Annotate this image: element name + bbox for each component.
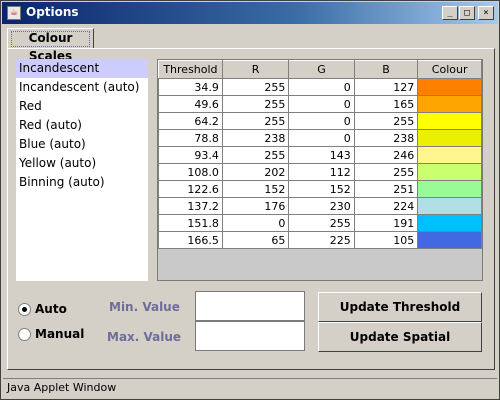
cell-r[interactable]: 255 [221, 112, 290, 130]
colour-swatch[interactable] [417, 197, 482, 215]
max-value-input[interactable] [195, 321, 305, 351]
colour-scale-list[interactable]: Incandescent Incandescent (auto) Red Red… [16, 59, 148, 281]
cell-threshold[interactable]: 93.4 [158, 146, 223, 164]
cell-threshold[interactable]: 108.0 [158, 163, 223, 181]
table-row[interactable]: 137.2 176 230 224 [158, 197, 482, 215]
list-item-blue-auto[interactable]: Blue (auto) [16, 135, 148, 154]
status-bar: Java Applet Window [3, 378, 497, 397]
close-button[interactable]: × [478, 6, 494, 20]
minimize-button[interactable]: _ [442, 6, 458, 20]
list-item-red-auto[interactable]: Red (auto) [16, 116, 148, 135]
cell-b[interactable]: 165 [353, 95, 419, 113]
column-header-b[interactable]: B [353, 60, 419, 79]
colour-swatch[interactable] [417, 180, 482, 198]
cell-threshold[interactable]: 64.2 [158, 112, 223, 130]
table-row[interactable]: 49.6 255 0 165 [158, 95, 482, 113]
table-row[interactable]: 78.8 238 0 238 [158, 129, 482, 147]
colour-swatch[interactable] [417, 214, 482, 232]
auto-label: Auto [35, 302, 67, 316]
column-header-r[interactable]: R [221, 60, 290, 79]
list-item-incandescent[interactable]: Incandescent [16, 59, 148, 78]
cell-g[interactable]: 0 [288, 129, 355, 147]
threshold-grid: Threshold R G B Colour 34.9 255 0 127 49.6 25… [158, 60, 482, 249]
cell-r[interactable]: 152 [221, 180, 290, 198]
list-item-binning-auto[interactable]: Binning (auto) [16, 173, 148, 192]
cell-r[interactable]: 255 [221, 78, 290, 96]
options-window: ☕ Options _ □ × Colour Scales Incandesce… [0, 0, 500, 400]
table-row[interactable]: 34.9 255 0 127 [158, 78, 482, 96]
cell-b[interactable]: 127 [353, 78, 419, 96]
manual-label: Manual [35, 327, 85, 341]
title-bar: ☕ Options _ □ × [2, 2, 498, 24]
cell-g[interactable]: 152 [288, 180, 355, 198]
cell-b[interactable]: 255 [353, 163, 419, 181]
column-header-g[interactable]: G [288, 60, 355, 79]
cell-b[interactable]: 105 [353, 231, 419, 249]
column-header-threshold[interactable]: Threshold [158, 60, 223, 79]
table-row[interactable]: 122.6 152 152 251 [158, 180, 482, 198]
cell-g[interactable]: 255 [288, 214, 355, 232]
min-value-label: Min. Value [109, 300, 180, 314]
cell-threshold[interactable]: 137.2 [158, 197, 223, 215]
cell-g[interactable]: 225 [288, 231, 355, 249]
cell-threshold[interactable]: 49.6 [158, 95, 223, 113]
update-spatial-button[interactable]: Update Spatial [318, 322, 482, 352]
maximize-button[interactable]: □ [459, 6, 475, 20]
cell-g[interactable]: 143 [288, 146, 355, 164]
update-threshold-button[interactable]: Update Threshold [318, 292, 482, 322]
auto-radio[interactable] [18, 303, 31, 316]
list-item-yellow-auto[interactable]: Yellow (auto) [16, 154, 148, 173]
radio-selected-dot [22, 307, 27, 312]
cell-threshold[interactable]: 78.8 [158, 129, 223, 147]
cell-g[interactable]: 112 [288, 163, 355, 181]
cell-b[interactable]: 246 [353, 146, 419, 164]
tab-colour-scales[interactable]: Colour Scales [7, 28, 94, 63]
colour-swatch[interactable] [417, 146, 482, 164]
colour-swatch[interactable] [417, 163, 482, 181]
cell-b[interactable]: 251 [353, 180, 419, 198]
cell-g[interactable]: 230 [288, 197, 355, 215]
cell-g[interactable]: 0 [288, 95, 355, 113]
cell-r[interactable]: 65 [221, 231, 290, 249]
cell-r[interactable]: 0 [221, 214, 290, 232]
min-value-input[interactable] [195, 291, 305, 321]
threshold-table: Threshold R G B Colour 34.9 255 0 127 49.6 25… [157, 59, 483, 281]
table-row[interactable]: 64.2 255 0 255 [158, 112, 482, 130]
cell-g[interactable]: 0 [288, 112, 355, 130]
max-value-label: Max. Value [107, 330, 182, 344]
list-item-red[interactable]: Red [16, 97, 148, 116]
cell-r[interactable]: 202 [221, 163, 290, 181]
cell-threshold[interactable]: 122.6 [158, 180, 223, 198]
cell-b[interactable]: 224 [353, 197, 419, 215]
table-header-row: Threshold R G B Colour [158, 60, 482, 79]
table-row[interactable]: 166.5 65 225 105 [158, 231, 482, 249]
cell-b[interactable]: 191 [353, 214, 419, 232]
column-header-colour[interactable]: Colour [417, 60, 482, 79]
cell-g[interactable]: 0 [288, 78, 355, 96]
colour-swatch[interactable] [417, 231, 482, 249]
cell-threshold[interactable]: 34.9 [158, 78, 223, 96]
cell-threshold[interactable]: 166.5 [158, 231, 223, 249]
window-title: Options [26, 5, 79, 19]
cell-r[interactable]: 238 [221, 129, 290, 147]
manual-radio[interactable] [18, 328, 31, 341]
list-item-incandescent-auto[interactable]: Incandescent (auto) [16, 78, 148, 97]
table-row[interactable]: 93.4 255 143 246 [158, 146, 482, 164]
cell-r[interactable]: 255 [221, 95, 290, 113]
cell-r[interactable]: 255 [221, 146, 290, 164]
cell-b[interactable]: 255 [353, 112, 419, 130]
table-row[interactable]: 108.0 202 112 255 [158, 163, 482, 181]
cell-b[interactable]: 238 [353, 129, 419, 147]
table-row[interactable]: 151.8 0 255 191 [158, 214, 482, 232]
tab-strip: Colour Scales [7, 27, 495, 63]
cell-r[interactable]: 176 [221, 197, 290, 215]
colour-swatch[interactable] [417, 112, 482, 130]
colour-swatch[interactable] [417, 78, 482, 96]
cell-threshold[interactable]: 151.8 [158, 214, 223, 232]
java-cup-icon: ☕ [7, 6, 21, 20]
colour-swatch[interactable] [417, 129, 482, 147]
colour-swatch[interactable] [417, 95, 482, 113]
